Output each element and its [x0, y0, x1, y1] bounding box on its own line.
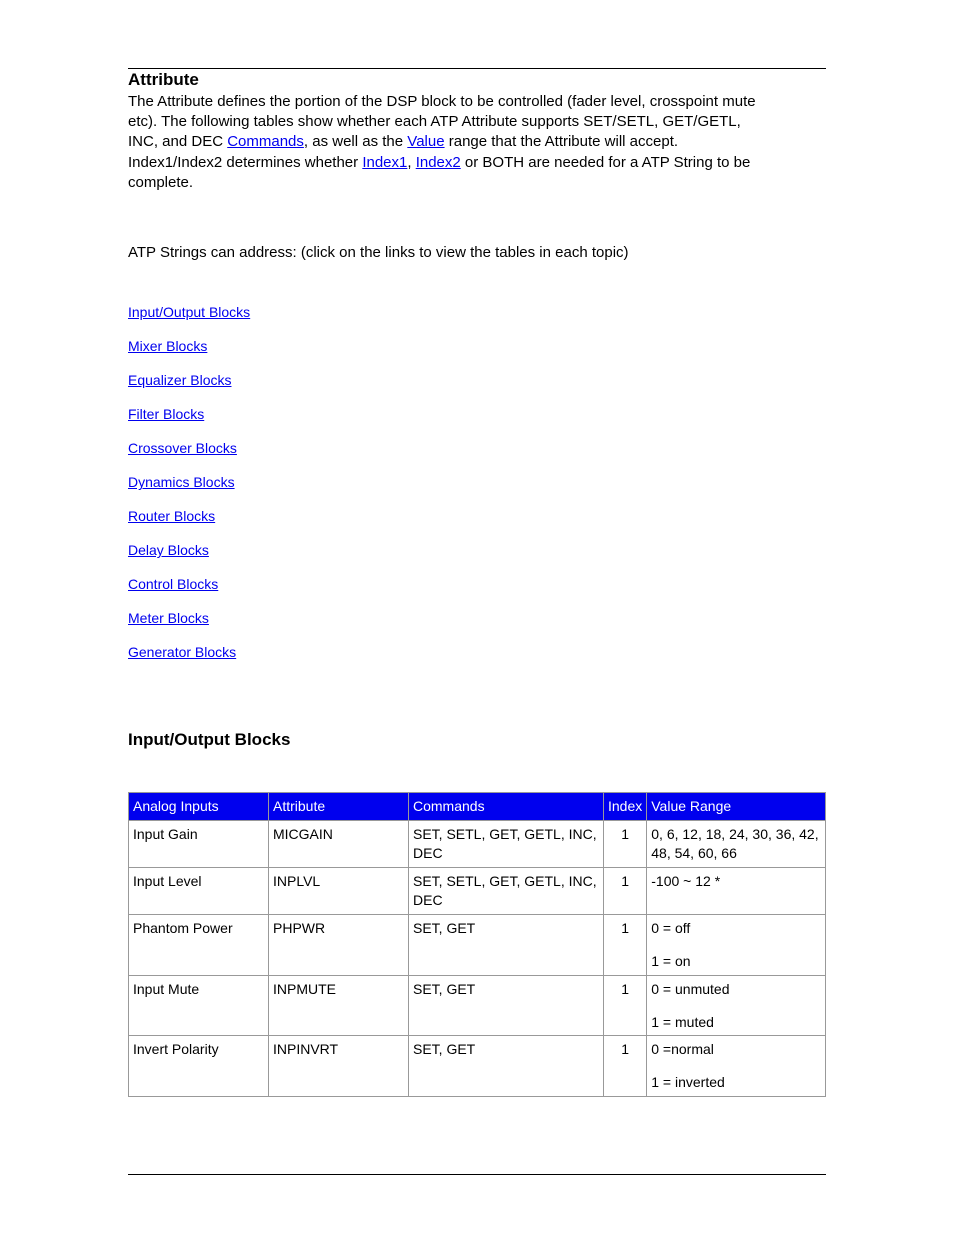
cell: 1 — [604, 914, 647, 975]
generator-blocks-link[interactable]: Generator Blocks — [128, 644, 236, 660]
cell: 0 =normal 1 = inverted — [647, 1036, 826, 1097]
index1-link[interactable]: Index1 — [362, 154, 407, 171]
cell: 1 — [604, 975, 647, 1036]
cell: Input Level — [129, 868, 269, 915]
delay-blocks-link[interactable]: Delay Blocks — [128, 542, 209, 558]
value-range-primary: -100 ~ 12 * — [651, 873, 720, 889]
value-range-primary: 0, 6, 12, 18, 24, 30, 36, 42, 48, 54, 60… — [651, 826, 818, 861]
intro-line-4: Index1/Index2 determines whether Index1,… — [128, 153, 826, 173]
cell: Input Gain — [129, 821, 269, 868]
link-item: Filter Blocks — [128, 405, 826, 421]
text: Index1/Index2 determines whether — [128, 154, 362, 171]
commands-link[interactable]: Commands — [227, 133, 304, 150]
cell: MICGAIN — [269, 821, 409, 868]
equalizer-blocks-link[interactable]: Equalizer Blocks — [128, 372, 232, 388]
mixer-blocks-link[interactable]: Mixer Blocks — [128, 338, 207, 354]
link-item: Router Blocks — [128, 507, 826, 523]
value-range-primary: 0 = unmuted — [651, 981, 729, 997]
intro-line-2: etc). The following tables show whether … — [128, 112, 826, 132]
th-attribute: Attribute — [269, 793, 409, 821]
link-item: Equalizer Blocks — [128, 371, 826, 387]
link-item: Meter Blocks — [128, 609, 826, 625]
text: INC, and DEC — [128, 133, 227, 150]
value-range-secondary: 1 = on — [651, 952, 821, 971]
link-list: Input/Output Blocks Mixer Blocks Equaliz… — [128, 303, 826, 659]
link-item: Control Blocks — [128, 575, 826, 591]
cell: PHPWR — [269, 914, 409, 975]
cell: SET, SETL, GET, GETL, INC, DEC — [409, 868, 604, 915]
intro-paragraph: The Attribute defines the portion of the… — [128, 92, 826, 193]
cell: Invert Polarity — [129, 1036, 269, 1097]
value-range-primary: 0 = off — [651, 920, 690, 936]
io-blocks-heading: Input/Output Blocks — [128, 729, 826, 752]
crossover-blocks-link[interactable]: Crossover Blocks — [128, 440, 237, 456]
address-line: ATP Strings can address: (click on the l… — [128, 243, 826, 263]
table-header-row: Analog Inputs Attribute Commands Index V… — [129, 793, 826, 821]
cell: SET, GET — [409, 1036, 604, 1097]
text: or BOTH are needed for a ATP String to b… — [461, 154, 751, 171]
cell: INPINVRT — [269, 1036, 409, 1097]
analog-inputs-table: Analog Inputs Attribute Commands Index V… — [128, 792, 826, 1097]
table-row: Input Level INPLVL SET, SETL, GET, GETL,… — [129, 868, 826, 915]
text: range that the Attribute will accept. — [445, 133, 678, 150]
value-range-secondary: 1 = inverted — [651, 1073, 821, 1092]
intro-line-3: INC, and DEC Commands, as well as the Va… — [128, 132, 826, 152]
cell: 0 = unmuted 1 = muted — [647, 975, 826, 1036]
value-link[interactable]: Value — [407, 133, 444, 150]
cell: INPMUTE — [269, 975, 409, 1036]
cell: 1 — [604, 821, 647, 868]
value-range-primary: 0 =normal — [651, 1041, 714, 1057]
dynamics-blocks-link[interactable]: Dynamics Blocks — [128, 474, 235, 490]
table-row: Input Gain MICGAIN SET, SETL, GET, GETL,… — [129, 821, 826, 868]
text: , — [407, 154, 415, 171]
link-item: Mixer Blocks — [128, 337, 826, 353]
meter-blocks-link[interactable]: Meter Blocks — [128, 610, 209, 626]
control-blocks-link[interactable]: Control Blocks — [128, 576, 218, 592]
table-row: Input Mute INPMUTE SET, GET 1 0 = unmute… — [129, 975, 826, 1036]
cell: SET, SETL, GET, GETL, INC, DEC — [409, 821, 604, 868]
table-row: Phantom Power PHPWR SET, GET 1 0 = off 1… — [129, 914, 826, 975]
cell: Phantom Power — [129, 914, 269, 975]
cell: 1 — [604, 1036, 647, 1097]
table-row: Invert Polarity INPINVRT SET, GET 1 0 =n… — [129, 1036, 826, 1097]
text: , as well as the — [304, 133, 407, 150]
link-item: Input/Output Blocks — [128, 303, 826, 319]
cell: INPLVL — [269, 868, 409, 915]
cell: Input Mute — [129, 975, 269, 1036]
cell: 0, 6, 12, 18, 24, 30, 36, 42, 48, 54, 60… — [647, 821, 826, 868]
cell: 1 — [604, 868, 647, 915]
cell: SET, GET — [409, 914, 604, 975]
bottom-rule — [128, 1174, 826, 1175]
value-range-secondary: 1 = muted — [651, 1013, 821, 1032]
link-item: Dynamics Blocks — [128, 473, 826, 489]
th-value-range: Value Range — [647, 793, 826, 821]
intro-line-5: complete. — [128, 173, 826, 193]
th-analog-inputs: Analog Inputs — [129, 793, 269, 821]
th-index: Index — [604, 793, 647, 821]
link-item: Delay Blocks — [128, 541, 826, 557]
cell: 0 = off 1 = on — [647, 914, 826, 975]
link-item: Generator Blocks — [128, 643, 826, 659]
cell: -100 ~ 12 * — [647, 868, 826, 915]
router-blocks-link[interactable]: Router Blocks — [128, 508, 215, 524]
io-blocks-link[interactable]: Input/Output Blocks — [128, 304, 250, 320]
th-commands: Commands — [409, 793, 604, 821]
filter-blocks-link[interactable]: Filter Blocks — [128, 406, 204, 422]
cell: SET, GET — [409, 975, 604, 1036]
link-item: Crossover Blocks — [128, 439, 826, 455]
intro-line-1: The Attribute defines the portion of the… — [128, 92, 826, 112]
index2-link[interactable]: Index2 — [416, 154, 461, 171]
section-heading-attribute: Attribute — [128, 69, 826, 92]
